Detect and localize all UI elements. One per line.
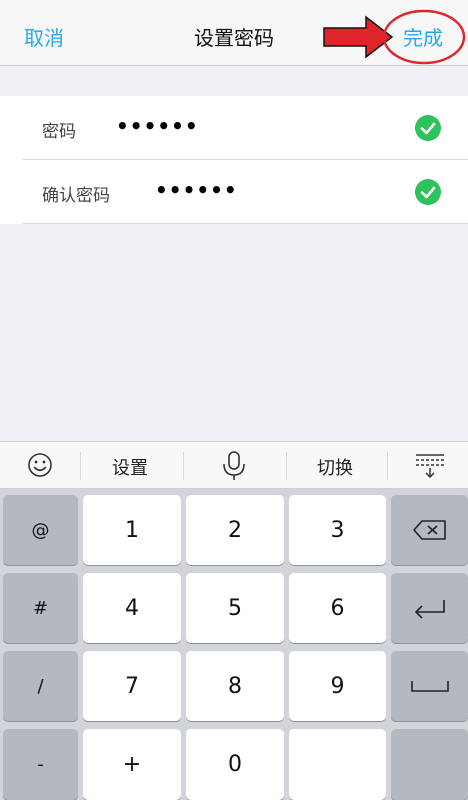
key-0[interactable]: 0 xyxy=(186,729,284,800)
confirm-password-row[interactable]: 确认密码 •••••• xyxy=(0,160,468,224)
confirm-password-field[interactable]: •••••• xyxy=(155,178,238,202)
key-minus[interactable]: - xyxy=(3,729,78,800)
password-label: 密码 xyxy=(42,122,76,142)
key-plus[interactable]: + xyxy=(83,729,181,800)
key-9[interactable]: 9 xyxy=(289,651,386,721)
checkmark-icon xyxy=(415,179,441,205)
settings-label: 设置 xyxy=(112,458,148,479)
key-5[interactable]: 5 xyxy=(186,573,284,643)
smiley-face-icon[interactable] xyxy=(0,442,80,489)
keyboard-collapse-icon[interactable] xyxy=(388,442,468,489)
key-hash[interactable]: # xyxy=(3,573,78,643)
return-icon[interactable] xyxy=(391,573,468,643)
key-at[interactable]: @ xyxy=(3,495,78,565)
keyboard-toolbar: 设置 切换 xyxy=(0,441,468,489)
microphone-icon[interactable] xyxy=(184,442,286,489)
key-1[interactable]: 1 xyxy=(83,495,181,565)
divider xyxy=(22,223,468,224)
key-6[interactable]: 6 xyxy=(289,573,386,643)
key-slash[interactable]: / xyxy=(3,651,78,721)
navigation-bar: 取消 设置密码 完成 xyxy=(0,0,468,66)
switch-button[interactable]: 切换 xyxy=(287,442,387,489)
key-blank[interactable] xyxy=(289,729,386,800)
numeric-keyboard: @ 1 2 3 # 4 5 6 / 7 8 9 - + 0 xyxy=(0,489,468,800)
settings-button[interactable]: 设置 xyxy=(81,442,183,489)
password-form: 密码 •••••• 确认密码 •••••• xyxy=(0,96,468,224)
page-title: 设置密码 xyxy=(194,26,274,50)
space-icon[interactable] xyxy=(391,651,468,721)
done-button[interactable]: 完成 xyxy=(403,22,443,51)
key-2[interactable]: 2 xyxy=(186,495,284,565)
key-3[interactable]: 3 xyxy=(289,495,386,565)
key-7[interactable]: 7 xyxy=(83,651,181,721)
confirm-password-label: 确认密码 xyxy=(42,186,110,206)
password-row[interactable]: 密码 •••••• xyxy=(0,96,468,160)
key-4[interactable]: 4 xyxy=(83,573,181,643)
key-8[interactable]: 8 xyxy=(186,651,284,721)
switch-label: 切换 xyxy=(317,458,353,479)
checkmark-icon xyxy=(415,115,441,141)
password-field[interactable]: •••••• xyxy=(116,114,199,138)
backspace-icon[interactable] xyxy=(391,495,468,565)
key-blank-dark[interactable] xyxy=(391,729,468,800)
